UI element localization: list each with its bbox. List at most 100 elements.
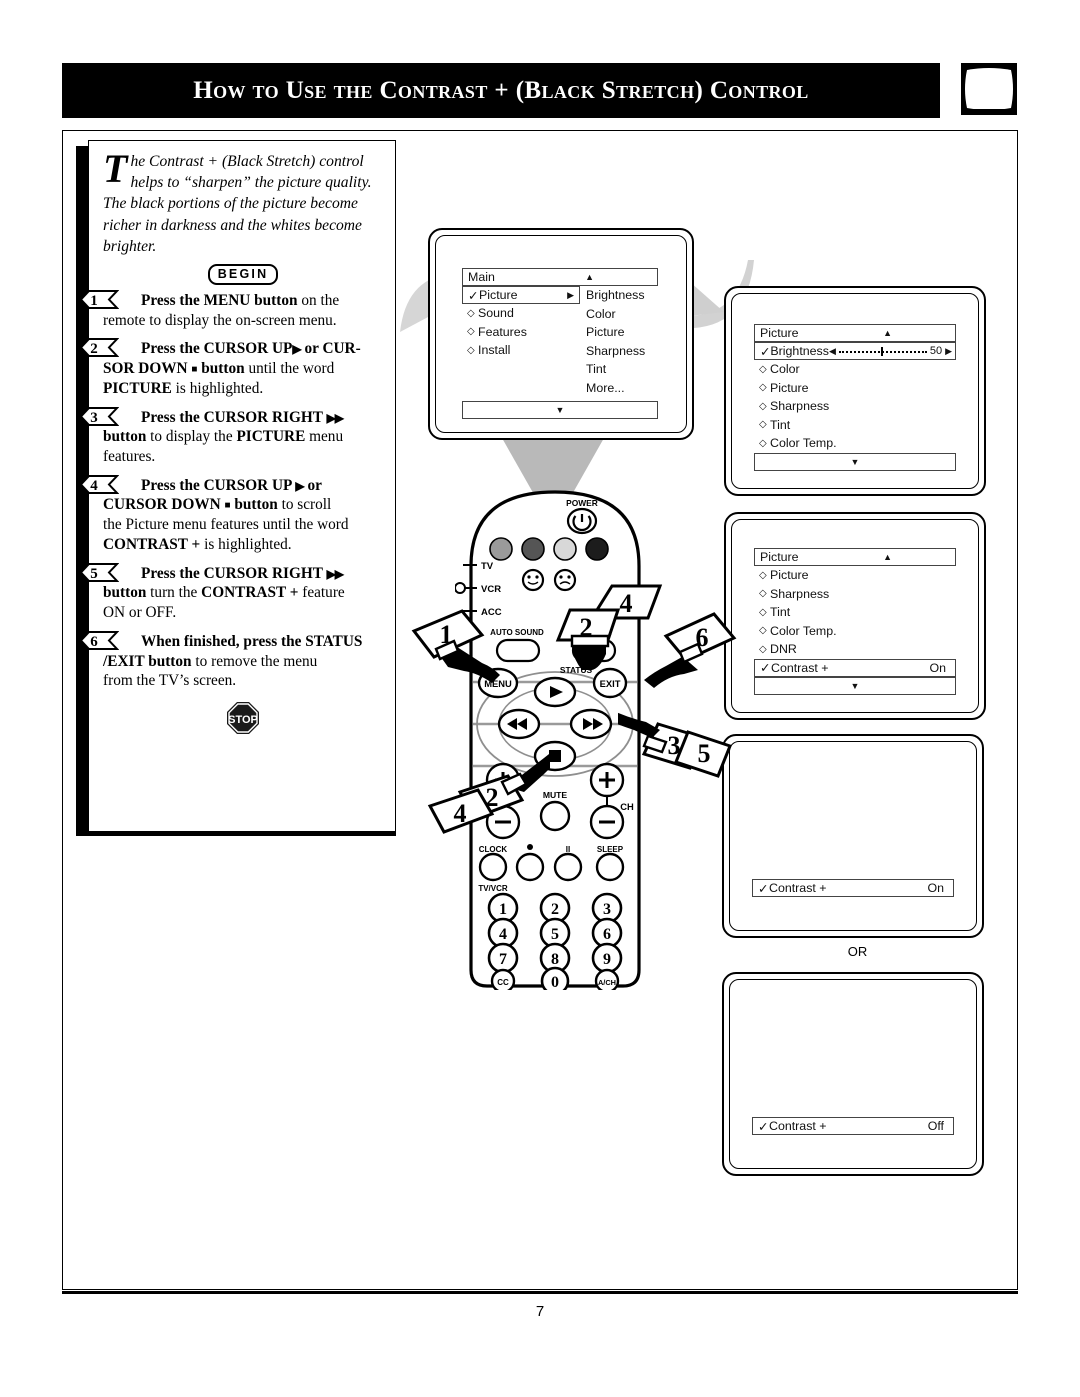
osd-submenu-item[interactable]: Sharpness bbox=[586, 342, 645, 361]
osd-picture-item-contrast[interactable]: ✓ Contrast + On bbox=[754, 658, 956, 677]
tv-screen-main-menu: Main ▲ ✓ Picture ▶ ◇ Sound ◇ Features ◇ Install Bri… bbox=[428, 228, 694, 440]
osd-contrast-bottom-bar[interactable]: ▼ bbox=[754, 676, 956, 695]
osd-picture-item-brightness[interactable]: ✓ Brightness ◀ 50 ▶ bbox=[754, 342, 956, 360]
osd-main-left-column: ✓ Picture ▶ ◇ Sound ◇ Features ◇ Install bbox=[462, 286, 580, 397]
svg-text:5: 5 bbox=[90, 566, 98, 582]
check-icon: ✓ bbox=[760, 661, 771, 675]
brightness-slider[interactable]: ◀ 50 ▶ bbox=[829, 345, 952, 357]
sleep-button bbox=[595, 852, 625, 882]
osd-picture-item-sharpness[interactable]: ◇ Sharpness bbox=[754, 397, 956, 416]
osd-main-bottom-bar[interactable]: ▼ bbox=[462, 401, 658, 419]
marker-5-number: 5 bbox=[698, 739, 711, 768]
osd-picture-item-picture[interactable]: ◇ Picture bbox=[754, 566, 956, 585]
slider-right-arrow-icon[interactable]: ▶ bbox=[945, 346, 952, 357]
osd-picture-item-picture[interactable]: ◇ Picture bbox=[754, 379, 956, 398]
osd-picture-contrast: Picture ▲ ◇ Picture ◇ Sharpness ◇ Tint ◇ Color Te… bbox=[754, 548, 956, 695]
diamond-icon: ◇ bbox=[759, 569, 767, 581]
step-3-line-3: features. bbox=[103, 448, 156, 466]
osd-main-item-picture[interactable]: ✓ Picture ▶ bbox=[462, 286, 580, 304]
step-1-line-2: remote to display the on-screen menu. bbox=[103, 311, 337, 329]
step-5-line-2: button turn the CONTRAST + feature bbox=[103, 584, 345, 602]
osd-picture-item-color-temp[interactable]: ◇ Color Temp. bbox=[754, 622, 956, 641]
osd-main-title-bar: Main ▲ bbox=[462, 268, 658, 286]
scroll-up-icon[interactable]: ▲ bbox=[585, 272, 652, 282]
smiley-button-1 bbox=[521, 568, 545, 592]
osd-picture-item-color-temp[interactable]: ◇ Color Temp. bbox=[754, 434, 956, 453]
osd-picture-item-tint[interactable]: ◇ Tint bbox=[754, 416, 956, 435]
osd-submenu-item[interactable]: Picture bbox=[586, 323, 645, 342]
scroll-down-icon[interactable]: ▼ bbox=[851, 457, 860, 467]
osd-picture-item-sharpness[interactable]: ◇ Sharpness bbox=[754, 585, 956, 604]
osd-item-value: On bbox=[927, 881, 944, 895]
osd-contrast-off-item-contrast[interactable]: ✓ Contrast + Off bbox=[752, 1117, 954, 1135]
footer-rule bbox=[62, 1291, 1018, 1294]
drop-cap: T bbox=[103, 146, 128, 191]
diamond-icon: ◇ bbox=[759, 382, 767, 394]
diamond-icon: ◇ bbox=[467, 307, 475, 319]
osd-item-label: Sharpness bbox=[770, 586, 830, 601]
diamond-icon: ◇ bbox=[759, 588, 767, 600]
osd-brightness-title-bar: Picture ▲ bbox=[754, 324, 956, 342]
osd-submenu-item[interactable]: More... bbox=[586, 379, 645, 398]
scroll-up-icon[interactable]: ▲ bbox=[883, 328, 950, 338]
scroll-down-icon[interactable]: ▼ bbox=[851, 681, 860, 691]
check-icon: ✓ bbox=[760, 344, 771, 359]
osd-picture-item-dnr[interactable]: ◇ DNR bbox=[754, 640, 956, 659]
tv-screen-inner-bezel bbox=[729, 979, 977, 1169]
osd-item-label: Color Temp. bbox=[770, 436, 837, 451]
osd-submenu-item[interactable]: Tint bbox=[586, 360, 645, 379]
pointer-marker-1: 1 bbox=[411, 609, 500, 683]
intro-paragraph: The Contrast + (Black Stretch) control h… bbox=[103, 146, 383, 257]
osd-picture-item-color[interactable]: ◇ Color bbox=[754, 360, 956, 379]
begin-marker: BEGIN bbox=[103, 264, 383, 286]
step-number-badge-6: 6 bbox=[79, 630, 119, 650]
marker-4-number-lower: 4 bbox=[454, 799, 467, 828]
sleep-label: SLEEP bbox=[597, 845, 624, 854]
step-2-line-1: Press the CURSOR UP▶ or CUR- bbox=[141, 340, 361, 358]
osd-item-value: On bbox=[929, 660, 946, 675]
tv-screen-icon bbox=[960, 62, 1018, 116]
osd-brightness-bottom-bar[interactable]: ▼ bbox=[754, 452, 956, 471]
source-button-1 bbox=[489, 537, 513, 561]
osd-contrast-off: ✓ Contrast + Off bbox=[752, 1117, 954, 1135]
svg-text:1: 1 bbox=[90, 293, 98, 309]
osd-submenu-item[interactable]: Color bbox=[586, 305, 645, 324]
scroll-up-icon[interactable]: ▲ bbox=[883, 552, 950, 562]
mode-label-vcr: VCR bbox=[481, 584, 501, 595]
step-6-line-3: from the TV’s screen. bbox=[103, 672, 237, 690]
svg-text:9: 9 bbox=[603, 951, 611, 968]
step-5-line-1: Press the CURSOR RIGHT ▶▶ bbox=[141, 564, 344, 582]
pointer-marker-6: 6 bbox=[644, 612, 737, 688]
osd-submenu-item[interactable]: Brightness bbox=[586, 286, 645, 305]
osd-main-item-sound[interactable]: ◇ Sound bbox=[462, 304, 580, 323]
svg-text:4: 4 bbox=[499, 926, 507, 943]
tv-screen-contrast-off: ✓ Contrast + Off bbox=[722, 972, 984, 1176]
check-icon: ✓ bbox=[758, 1119, 769, 1134]
osd-title: Picture bbox=[760, 550, 799, 564]
osd-picture-item-tint[interactable]: ◇ Tint bbox=[754, 603, 956, 622]
step-2-line-3: PICTURE is highlighted. bbox=[103, 379, 264, 397]
osd-item-value: Off bbox=[927, 1119, 944, 1133]
step-number-badge-3: 3 bbox=[79, 406, 119, 426]
osd-contrast-on-item-contrast[interactable]: ✓ Contrast + On bbox=[752, 879, 954, 897]
osd-main-right-column: Brightness Color Picture Sharpness Tint More.… bbox=[580, 286, 645, 397]
tvvcr-label: TV/VCR bbox=[478, 884, 508, 893]
osd-main-item-install[interactable]: ◇ Install bbox=[462, 341, 580, 360]
tv-screen-picture-contrast: Picture ▲ ◇ Picture ◇ Sharpness ◇ Tint ◇ Color Te… bbox=[724, 512, 986, 720]
stop-text: STOP bbox=[228, 714, 258, 726]
osd-item-label: Picture bbox=[770, 568, 809, 583]
osd-main-item-features[interactable]: ◇ Features bbox=[462, 323, 580, 342]
pointer-marker-3-5: 3 5 bbox=[618, 712, 732, 778]
steps-list: 1 Press the MENU button on the remote to d… bbox=[79, 290, 383, 691]
scroll-down-icon[interactable]: ▼ bbox=[556, 405, 565, 415]
source-button-3 bbox=[553, 537, 577, 561]
slider-left-arrow-icon[interactable]: ◀ bbox=[829, 346, 836, 357]
slider-track[interactable] bbox=[838, 346, 927, 356]
mode-label-tv: TV bbox=[481, 561, 494, 572]
osd-item-label: Features bbox=[478, 324, 527, 339]
osd-item-label: Contrast + bbox=[769, 881, 827, 895]
diamond-icon: ◇ bbox=[759, 643, 767, 655]
step-3: 3 Press the CURSOR RIGHT ▶▶ button to disp… bbox=[79, 406, 383, 467]
osd-columns: ✓ Picture ▶ ◇ Sound ◇ Features ◇ Install Brightne… bbox=[462, 286, 658, 397]
check-icon: ✓ bbox=[758, 881, 769, 896]
